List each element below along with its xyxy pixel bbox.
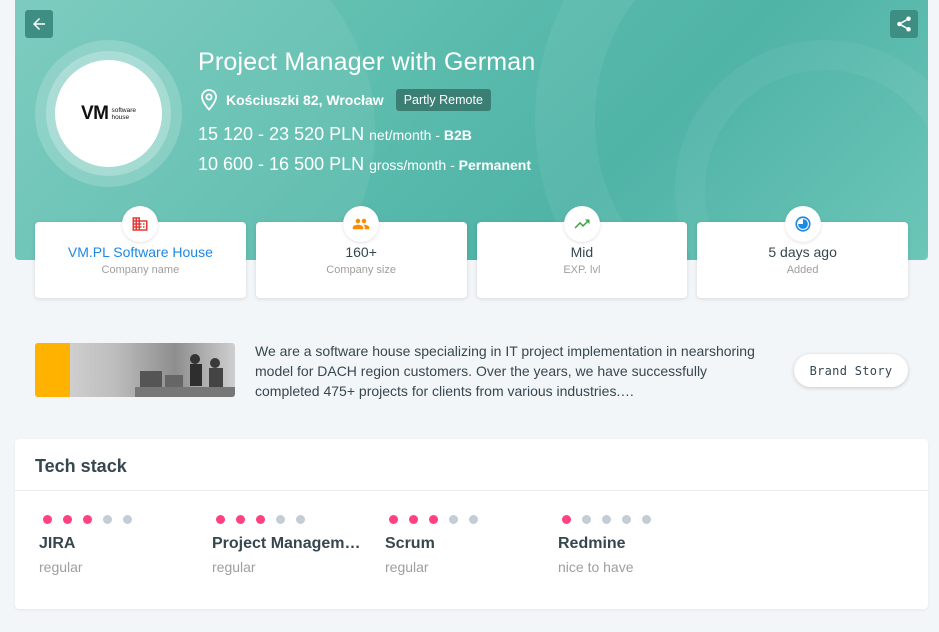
contract-type: Permanent [458,157,531,173]
level-dot-filled [43,515,52,524]
brand-description: We are a software house specializing in … [255,343,755,399]
salary-period: net/month [369,127,432,143]
salary-period: gross/month [369,157,447,173]
level-dot-filled [216,515,225,524]
people-icon [343,206,380,242]
card-label: Company size [326,264,396,276]
brand-image-accent [35,343,70,397]
skill-level: regular [212,559,256,575]
location-text: Kościuszki 82, Wrocław [226,92,384,108]
level-dot-empty [622,515,631,524]
trending-up-icon [563,206,600,242]
level-dot-filled [63,515,72,524]
level-dot-empty [469,515,478,524]
card-label: Company name [101,264,180,276]
level-dot-empty [103,515,112,524]
skill-item: JIRA regular [39,515,199,575]
level-dot-empty [276,515,285,524]
skill-name: Project Management [212,535,364,552]
job-title: Project Manager with German [198,48,536,76]
office-people-image [135,354,235,397]
job-info-cards: VM.PL Software House Company name 160+ C… [35,206,908,298]
skill-level: regular [39,559,83,575]
contract-type: B2B [443,127,472,143]
skill-name: JIRA [39,535,76,552]
tech-stack-title: Tech stack [35,456,127,476]
skill-level-dots [216,515,372,525]
company-name-link[interactable]: VM.PL Software House [35,244,246,260]
remote-badge: Partly Remote [395,89,491,111]
level-dot-empty [602,515,611,524]
share-icon [897,16,911,32]
level-dot-empty [582,515,591,524]
skill-level: nice to have [558,559,634,575]
back-button[interactable] [25,10,53,38]
clock-icon [784,206,821,242]
salary-b2b: 15 120 - 23 520 PLN net/month - B2B [198,124,472,144]
salary-permanent: 10 600 - 16 500 PLN gross/month - Perman… [198,154,531,174]
location-pin-icon [201,89,217,111]
company-size-card: 160+ Company size [255,206,467,298]
level-dot-empty [123,515,132,524]
card-label: Added [786,264,819,276]
skill-level-dots [562,515,718,525]
experience-card: Mid EXP. lvl [476,206,688,298]
salary-range: 10 600 - 16 500 PLN [198,154,365,174]
salary-range: 15 120 - 23 520 PLN [198,124,365,144]
skill-level: regular [385,559,429,575]
tech-stack-section: Tech stack JIRA regular Project Manageme… [15,439,928,609]
level-dot-filled [236,515,245,524]
card-label: EXP. lvl [563,264,601,276]
location-row: Kościuszki 82, Wrocław Partly Remote [200,88,491,112]
logo-text: VM [80,102,109,124]
level-dot-filled [256,515,265,524]
company-logo: VM software house [55,60,162,167]
skill-name: Redmine [558,535,626,552]
divider [15,490,928,491]
skill-level-dots [43,515,199,525]
brand-image[interactable] [35,343,235,397]
skill-item: Redmine nice to have [558,515,718,575]
level-dot-filled [562,515,571,524]
company-size-value: 160+ [345,244,377,260]
level-dot-filled [409,515,418,524]
share-button[interactable] [890,10,918,38]
arrow-left-icon [33,18,45,30]
added-value: 5 days ago [768,244,837,260]
level-dot-empty [296,515,305,524]
skill-name: Scrum [385,535,435,552]
company-name-card: VM.PL Software House Company name [35,206,246,298]
brand-story-button[interactable]: Brand Story [794,354,908,387]
logo-subtext: software house [111,106,137,121]
added-card: 5 days ago Added [697,206,908,298]
building-icon [122,206,159,242]
skill-item: Project Management regular [212,515,372,575]
skill-level-dots [389,515,545,525]
level-dot-filled [429,515,438,524]
level-dot-filled [389,515,398,524]
experience-value: Mid [570,244,594,260]
level-dot-filled [83,515,92,524]
level-dot-empty [449,515,458,524]
skill-item: Scrum regular [385,515,545,575]
level-dot-empty [642,515,651,524]
